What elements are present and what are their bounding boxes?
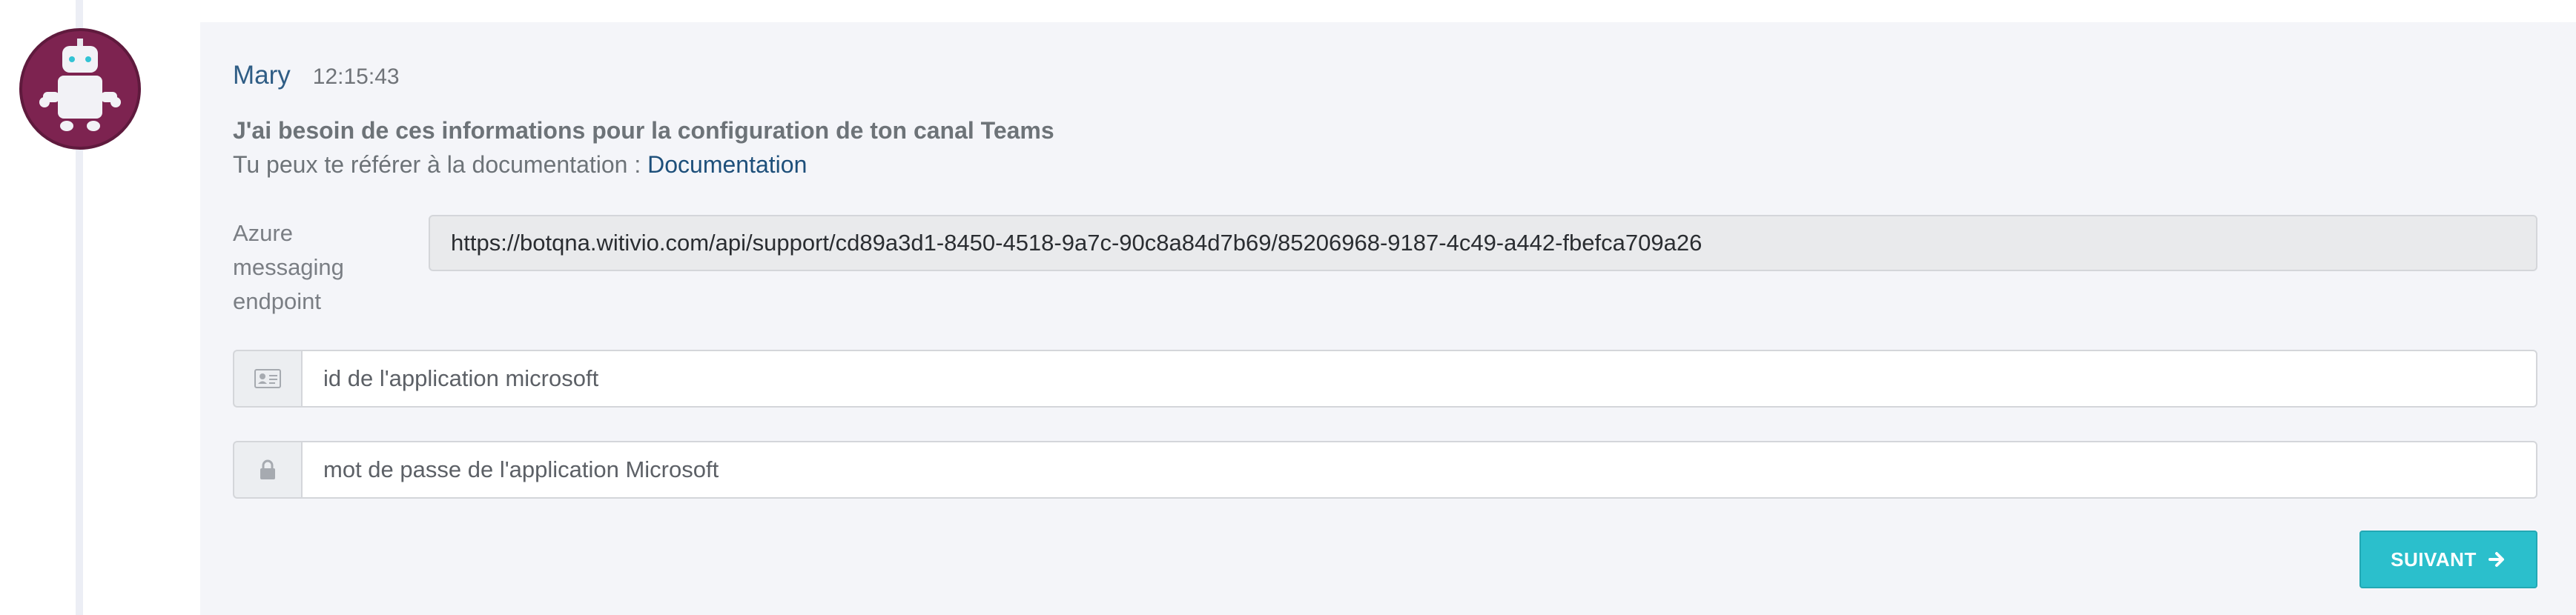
message-time: 12:15:43 [312,64,400,89]
subtitle-text: Tu peux te référer à la documentation : [233,151,648,178]
message-subtitle: Tu peux te référer à la documentation : … [233,151,807,179]
endpoint-label-line: Azure [233,220,293,246]
endpoint-field[interactable]: https://botqna.witivio.com/api/support/c… [429,215,2537,271]
message-header: Mary 12:15:43 [233,61,400,90]
app-id-addon [233,350,301,408]
sender-name: Mary [233,61,291,90]
app-password-group: mot de passe de l'application Microsoft [233,441,2537,499]
next-button[interactable]: SUIVANT [2359,531,2537,588]
arrow-right-icon [2488,551,2506,568]
message-title: J'ai besoin de ces informations pour la … [233,117,1054,144]
app-password-input[interactable]: mot de passe de l'application Microsoft [301,441,2537,499]
app-id-group: id de l'application microsoft [233,350,2537,408]
app-password-addon [233,441,301,499]
next-button-label: SUIVANT [2391,548,2477,571]
endpoint-label: Azure messaging endpoint [233,216,381,319]
message-card: Mary 12:15:43 J'ai besoin de ces informa… [200,22,2576,615]
lock-icon [260,459,275,479]
app-id-input[interactable]: id de l'application microsoft [301,350,2537,408]
robot-avatar-icon [39,39,121,131]
bot-avatar [19,28,141,150]
id-card-icon [254,369,281,388]
endpoint-label-line: messaging [233,254,344,280]
documentation-link[interactable]: Documentation [647,151,807,178]
endpoint-label-line: endpoint [233,288,321,314]
